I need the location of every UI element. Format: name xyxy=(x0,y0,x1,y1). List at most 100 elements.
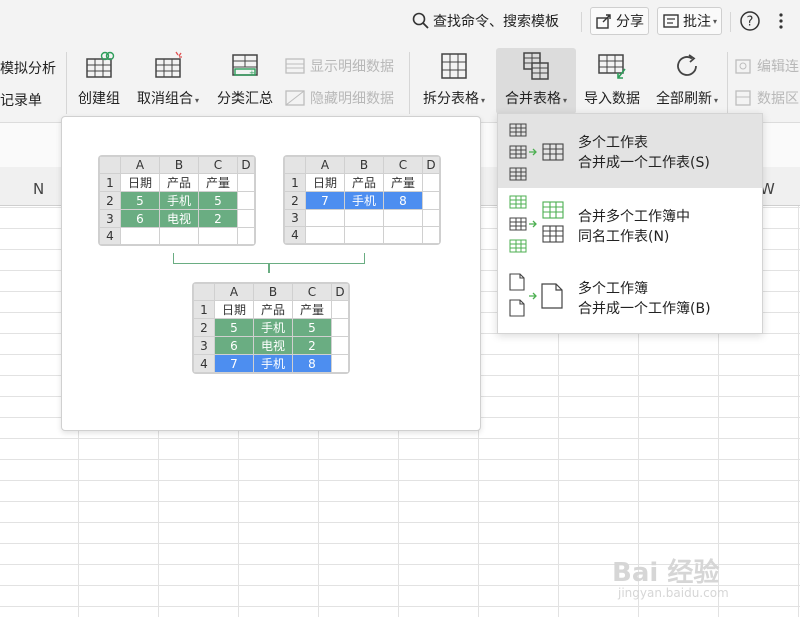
preview-cell: 8 xyxy=(383,191,423,210)
import-data-button[interactable]: 导入数据 xyxy=(580,48,644,114)
create-group-button[interactable]: 创建组 xyxy=(74,48,124,114)
preview-cell xyxy=(383,209,423,227)
review-button[interactable]: 批注 ▾ xyxy=(657,7,723,35)
preview-row: 2 5 手机 5 xyxy=(99,191,255,210)
hide-detail-label: 隐藏明细数据 xyxy=(310,91,394,107)
preview-cell: D xyxy=(331,283,349,301)
refresh-all-button[interactable]: 全部刷新 ▾ xyxy=(650,48,724,114)
import-data-icon xyxy=(598,54,626,79)
hide-detail-button[interactable]: 隐藏明细数据 xyxy=(284,88,394,108)
preview-cell: 8 xyxy=(292,354,332,373)
preview-cell xyxy=(237,173,255,192)
data-area-button[interactable]: 数据区 xyxy=(733,88,799,108)
preview-cell: 手机 xyxy=(253,354,293,373)
preview-cell: 2 xyxy=(284,191,306,210)
svg-text:+: + xyxy=(249,69,255,77)
more-button[interactable] xyxy=(775,8,787,34)
preview-cell xyxy=(305,226,345,244)
preview-cell: 产品 xyxy=(159,173,199,192)
preview-cell xyxy=(422,209,440,227)
review-label: 批注 xyxy=(683,14,711,30)
preview-cell: 6 xyxy=(120,209,160,228)
merge-connector xyxy=(268,263,270,273)
what-if-analysis-button[interactable]: 模拟分析 xyxy=(0,58,56,78)
menu-item-merge-workbooks[interactable]: 多个工作簿 合并成一个工作簿(B) xyxy=(498,262,762,333)
vertical-ellipsis-icon xyxy=(779,13,783,29)
merge-table-button[interactable]: 合并表格 ▾ xyxy=(496,48,576,114)
subtotal-button[interactable]: + 分类汇总 xyxy=(212,48,278,114)
preview-cell: 3 xyxy=(193,336,215,355)
subtotal-label: 分类汇总 xyxy=(217,91,273,107)
ungroup-button[interactable]: 取消组合 ▾ xyxy=(132,48,204,114)
preview-cell: 日期 xyxy=(120,173,160,192)
split-table-button[interactable]: 拆分表格 ▾ xyxy=(416,48,492,114)
record-form-button[interactable]: 记录单 xyxy=(0,90,42,110)
preview-row: 1 日期 产品 产量 xyxy=(193,300,349,319)
preview-cell xyxy=(99,156,121,174)
comment-icon xyxy=(663,14,679,28)
preview-row: ABCD xyxy=(193,283,349,301)
preview-cell: C xyxy=(383,156,423,174)
watermark-logo: Bai 经验 xyxy=(612,558,720,588)
split-table-label: 拆分表格 xyxy=(422,91,479,107)
edit-links-button[interactable]: 编辑连 xyxy=(733,56,799,76)
help-button[interactable]: ? xyxy=(739,8,761,34)
chevron-down-icon: ▾ xyxy=(713,96,718,105)
preview-cell xyxy=(422,173,440,192)
watermark-url: jingyan.baidu.com xyxy=(618,586,729,600)
ribbon: 模拟分析 记录单 创建组 取消组合 ▾ + 分类汇总 显示明细数据 隐藏明细数据 … xyxy=(0,44,800,123)
preview-cell: 日期 xyxy=(214,300,254,319)
preview-cell: A xyxy=(305,156,345,174)
workbooks-same-sheet-icon xyxy=(509,195,564,253)
column-header-n[interactable]: N xyxy=(33,180,44,198)
preview-table-1: ABCD 1 日期 产品 产量 2 5 手机 5 3 6 电视 2 4 xyxy=(99,156,255,245)
preview-cell xyxy=(344,226,384,244)
share-button[interactable]: 分享 xyxy=(590,7,649,35)
show-detail-icon xyxy=(285,58,305,74)
preview-cell: A xyxy=(120,156,160,174)
preview-row: 4 xyxy=(99,227,255,245)
preview-cell xyxy=(422,191,440,210)
preview-cell: C xyxy=(292,283,332,301)
preview-row: 1 日期 产品 产量 xyxy=(99,173,255,192)
preview-cell: 7 xyxy=(214,354,254,373)
preview-cell: 电视 xyxy=(159,209,199,228)
preview-cell xyxy=(237,209,255,228)
menu-item-merge-same-name-line2: 同名工作表(N) xyxy=(578,229,670,245)
preview-row: 2 7 手机 8 xyxy=(284,191,440,210)
preview-cell xyxy=(331,300,349,319)
preview-table-2: ABCD 1 日期 产品 产量 2 7 手机 8 3 4 xyxy=(284,156,440,244)
preview-cell: B xyxy=(344,156,384,174)
preview-cell xyxy=(344,209,384,227)
preview-result-table: ABCD 1 日期 产品 产量 2 5 手机 5 3 6 电视 2 4 7 手机 8 xyxy=(193,283,349,373)
preview-cell xyxy=(331,336,349,355)
preview-cell: 7 xyxy=(305,191,345,210)
preview-cell: 日期 xyxy=(305,173,345,192)
share-icon xyxy=(596,14,611,29)
show-detail-button[interactable]: 显示明细数据 xyxy=(284,56,394,76)
preview-cell: 1 xyxy=(193,300,215,319)
preview-cell: D xyxy=(237,156,255,174)
preview-cell xyxy=(198,227,238,245)
chevron-down-icon: ▾ xyxy=(194,96,199,105)
sheets-to-sheet-icon xyxy=(509,123,564,181)
merge-preview-card: ABCD 1 日期 产品 产量 2 5 手机 5 3 6 电视 2 4 ABCD 1 日期 产品 产量 … xyxy=(61,116,481,431)
preview-cell xyxy=(383,226,423,244)
top-bar: 查找命令、搜索模板 分享 批注 ▾ ? xyxy=(0,0,800,44)
merge-table-icon xyxy=(523,52,549,80)
preview-cell xyxy=(159,227,199,245)
preview-cell: 4 xyxy=(99,227,121,245)
preview-cell: 电视 xyxy=(253,336,293,355)
preview-row: 1 日期 产品 产量 xyxy=(284,173,440,192)
merge-table-label: 合并表格 xyxy=(504,91,561,107)
preview-cell: 4 xyxy=(284,226,306,244)
preview-cell: 3 xyxy=(99,209,121,228)
svg-text:?: ? xyxy=(747,15,754,30)
preview-cell: C xyxy=(198,156,238,174)
command-search[interactable]: 查找命令、搜索模板 xyxy=(412,8,559,34)
preview-cell: 2 xyxy=(292,336,332,355)
preview-row: ABCD xyxy=(284,156,440,174)
menu-item-merge-same-name-sheets[interactable]: 合并多个工作簿中 同名工作表(N) xyxy=(498,188,762,262)
menu-item-merge-sheets[interactable]: 多个工作表 合并成一个工作表(S) xyxy=(498,114,762,188)
preview-cell xyxy=(237,227,255,245)
